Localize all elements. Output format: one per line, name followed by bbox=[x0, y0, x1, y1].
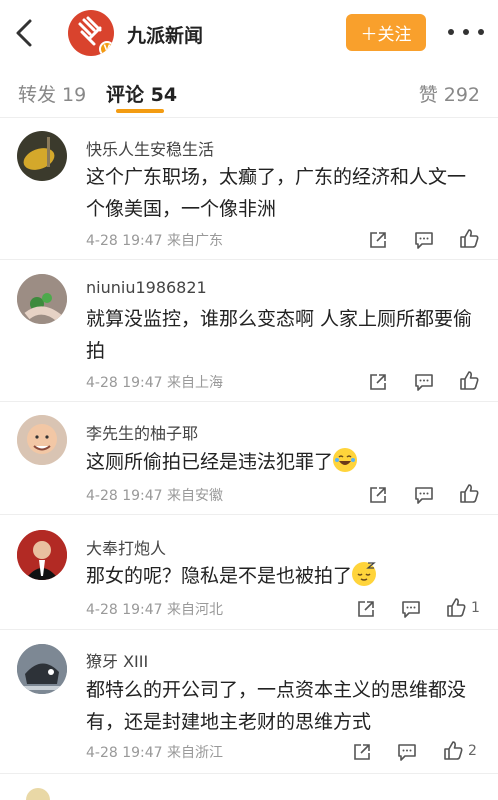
thumbs-up-icon bbox=[460, 484, 479, 503]
comment-meta: 4-28 19:47 来自上海 bbox=[86, 375, 224, 391]
reply-icon[interactable] bbox=[396, 741, 418, 763]
comment-text: 就算没监控，谁那么变态啊 人家上厕所都要偷拍 bbox=[86, 308, 473, 362]
active-tab-indicator bbox=[116, 109, 164, 113]
account-avatar[interactable]: V bbox=[68, 10, 114, 56]
like-button[interactable] bbox=[458, 483, 484, 505]
tab-bar: 转发 19 评论 54 赞 292 bbox=[0, 66, 498, 118]
comment-meta: 4-28 19:47 来自安徽 bbox=[86, 488, 224, 504]
top-bar: V 九派新闻 ＋关注 bbox=[0, 0, 498, 66]
sleepy-emoji-icon bbox=[352, 562, 377, 586]
avatar[interactable] bbox=[17, 644, 67, 694]
comment-meta: 4-28 19:47 来自河北 bbox=[86, 602, 224, 618]
share-icon[interactable] bbox=[352, 741, 372, 763]
reply-icon[interactable] bbox=[400, 598, 422, 620]
like-button[interactable] bbox=[458, 370, 484, 392]
comment-text: 都特么的开公司了，一点资本主义的思维都没有，还是封建地主老财的思维方式 bbox=[86, 679, 467, 733]
like-button[interactable] bbox=[458, 228, 484, 250]
follow-button[interactable]: ＋关注 bbox=[346, 14, 426, 51]
comment-text: 这个广东职场，太癫了，广东的经济和人文一个像美国，一个像非洲 bbox=[86, 166, 467, 220]
comment-text: 这厕所偷拍已经是违法犯罪了 bbox=[86, 446, 484, 478]
verified-badge-icon: V bbox=[99, 41, 114, 56]
reply-icon[interactable] bbox=[413, 229, 435, 251]
comment-username[interactable]: 李先生的柚子耶 bbox=[86, 420, 198, 444]
tab-comment[interactable]: 评论 54 bbox=[106, 80, 177, 107]
reply-icon[interactable] bbox=[413, 371, 435, 393]
laugh-cry-emoji-icon bbox=[333, 448, 358, 472]
share-icon[interactable] bbox=[368, 229, 388, 251]
thumbs-up-icon bbox=[444, 741, 463, 760]
tab-like[interactable]: 赞 292 bbox=[419, 80, 480, 107]
comment-username[interactable]: 獠牙 XIII bbox=[86, 648, 148, 672]
comment-item: 大奉打炮人 那女的呢？隐私是不是也被拍了 4-28 19:47 来自河北 1 bbox=[0, 515, 498, 630]
comment-item: 李先生的柚子耶 这厕所偷拍已经是违法犯罪了 4-28 19:47 来自安徽 bbox=[0, 402, 498, 515]
thumbs-up-icon bbox=[460, 229, 479, 248]
comment-meta: 4-28 19:47 来自广东 bbox=[86, 233, 224, 249]
like-button[interactable]: 2 bbox=[442, 740, 477, 762]
thumbs-up-icon bbox=[460, 371, 479, 390]
like-button[interactable]: 1 bbox=[445, 597, 480, 619]
comment-username[interactable]: niuniu1986821 bbox=[86, 278, 207, 297]
back-icon[interactable] bbox=[12, 17, 38, 49]
comment-meta: 4-28 19:47 来自浙江 bbox=[86, 745, 224, 761]
avatar[interactable] bbox=[17, 131, 67, 181]
share-icon[interactable] bbox=[368, 484, 388, 506]
more-options-icon[interactable] bbox=[448, 22, 484, 42]
comment-item: 快乐人生安稳生活 这个广东职场，太癫了，广东的经济和人文一个像美国，一个像非洲 … bbox=[0, 119, 498, 260]
account-name[interactable]: 九派新闻 bbox=[127, 21, 203, 48]
share-icon[interactable] bbox=[368, 371, 388, 393]
thumbs-up-icon bbox=[447, 598, 466, 617]
comment-username[interactable]: 快乐人生安稳生活 bbox=[86, 136, 214, 160]
avatar[interactable] bbox=[17, 274, 67, 324]
share-icon[interactable] bbox=[356, 598, 376, 620]
avatar[interactable] bbox=[17, 415, 67, 465]
comment-item: 獠牙 XIII 都特么的开公司了，一点资本主义的思维都没有，还是封建地主老财的思… bbox=[0, 630, 498, 774]
comment-text: 那女的呢？隐私是不是也被拍了 bbox=[86, 560, 484, 592]
reply-icon[interactable] bbox=[413, 484, 435, 506]
tab-repost[interactable]: 转发 19 bbox=[18, 80, 86, 107]
comment-item: niuniu1986821 就算没监控，谁那么变态啊 人家上厕所都要偷拍 4-2… bbox=[0, 260, 498, 402]
next-comment-avatar bbox=[26, 788, 50, 800]
like-count: 1 bbox=[471, 600, 480, 616]
like-count: 2 bbox=[468, 743, 477, 759]
avatar[interactable] bbox=[17, 530, 67, 580]
comment-username[interactable]: 大奉打炮人 bbox=[86, 535, 166, 559]
